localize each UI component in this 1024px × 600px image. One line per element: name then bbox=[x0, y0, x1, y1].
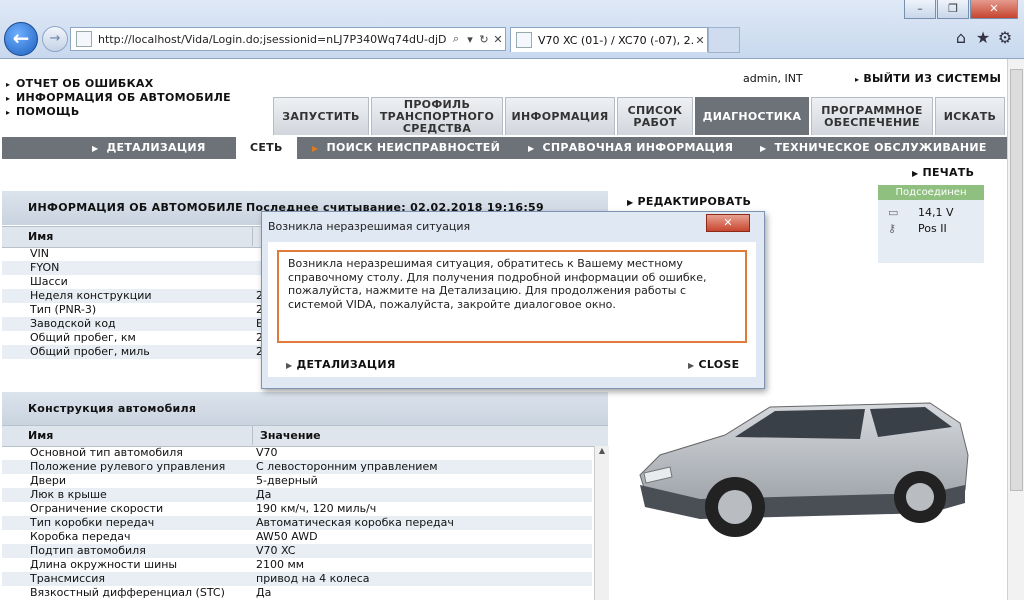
address-url[interactable]: http://localhost/Vida/Login.do;jsessioni… bbox=[98, 33, 449, 46]
window-controls: – ❐ ✕ bbox=[903, 0, 1018, 19]
ignition-position: ⚷ Pos II bbox=[888, 222, 947, 235]
connection-status-panel: Подсоединен ▭ 14,1 V ⚷ Pos II bbox=[878, 185, 984, 263]
page-scrollbar[interactable] bbox=[1007, 59, 1024, 600]
table-row: Ограничение скорости 190 км/ч, 120 миль/ч bbox=[30, 502, 377, 515]
table-row: Люк в крыше Да bbox=[2, 488, 592, 502]
sub-nav: ▶ ДЕТАЛИЗАЦИЯ СЕТЬ ▶ ПОИСК НЕИСПРАВНОСТЕЙ … bbox=[2, 137, 1010, 159]
construction-title: Конструкция автомобиля bbox=[28, 402, 197, 415]
column-divider bbox=[252, 226, 253, 246]
tab-software[interactable]: ПРОГРАММНОЕ ОБЕСПЕЧЕНИЕ bbox=[811, 97, 933, 135]
table-row: Положение рулевого управления С левосторо… bbox=[2, 460, 592, 474]
home-icon[interactable]: ⌂ bbox=[950, 28, 972, 47]
triangle-icon: ▶ bbox=[92, 144, 99, 153]
dropdown-arrow-icon[interactable]: ▾ bbox=[463, 33, 477, 46]
table-row: Двери 5-дверный bbox=[30, 474, 318, 487]
triangle-icon: ▸ bbox=[855, 75, 860, 84]
vehicle-info-title: ИНФОРМАЦИЯ ОБ АВТОМОБИЛЕ bbox=[28, 201, 243, 214]
back-button[interactable]: ← bbox=[4, 22, 38, 56]
key-icon: ⚷ bbox=[888, 222, 897, 235]
main-tabs: ЗАПУСТИТЬ ПРОФИЛЬ ТРАНСПОРТНОГО СРЕДСТВА… bbox=[273, 97, 1007, 137]
print-link[interactable]: ▶ ПЕЧАТЬ bbox=[912, 166, 974, 179]
stop-icon[interactable]: ✕ bbox=[491, 33, 505, 46]
maximize-button[interactable]: ❐ bbox=[937, 0, 969, 19]
table-row: Коробка передач AW50 AWD bbox=[30, 530, 318, 543]
favorites-star-icon[interactable]: ★ bbox=[972, 28, 994, 47]
tab-title: V70 XC (01-) / XC70 (-07), 2... bbox=[538, 33, 693, 47]
subnav-maintenance[interactable]: ▶ ТЕХНИЧЕСКОЕ ОБСЛУЖИВАНИЕ bbox=[760, 137, 987, 159]
link-error-report[interactable]: ▸ ОТЧЕТ ОБ ОШИБКАХ bbox=[6, 77, 231, 91]
triangle-icon: ▶ bbox=[528, 144, 535, 153]
tab-information[interactable]: ИНФОРМАЦИЯ bbox=[505, 97, 615, 135]
address-bar[interactable]: http://localhost/Vida/Login.do;jsessioni… bbox=[70, 27, 506, 51]
edit-link[interactable]: ▶ РЕДАКТИРОВАТЬ bbox=[627, 195, 751, 208]
connection-status: Подсоединен bbox=[878, 185, 984, 200]
tab-start[interactable]: ЗАПУСТИТЬ bbox=[273, 97, 369, 135]
dialog-message: Возникла неразрешимая ситуация, обратите… bbox=[277, 250, 747, 343]
search-icon[interactable]: ⌕ bbox=[449, 32, 463, 46]
settings-gear-icon[interactable]: ⚙ bbox=[994, 28, 1016, 47]
table-scrollbar[interactable]: ▲ bbox=[594, 446, 609, 600]
subnav-fault-tracing[interactable]: ▶ ПОИСК НЕИСПРАВНОСТЕЙ bbox=[312, 137, 500, 159]
tab-close-button[interactable]: ✕ bbox=[693, 34, 707, 47]
column-divider bbox=[252, 425, 253, 445]
error-dialog: Возникла неразрешимая ситуация ✕ Возникл… bbox=[261, 211, 765, 389]
logout-link[interactable]: ▸ ВЫЙТИ ИЗ СИСТЕМЫ bbox=[855, 72, 1001, 85]
window-close-button[interactable]: ✕ bbox=[970, 0, 1018, 19]
dialog-details-button[interactable]: ▶ ДЕТАЛИЗАЦИЯ bbox=[286, 358, 396, 371]
dialog-close-x-button[interactable]: ✕ bbox=[706, 214, 750, 232]
tab-diagnostics[interactable]: ДИАГНОСТИКА bbox=[695, 97, 809, 135]
triangle-icon: ▸ bbox=[6, 80, 11, 89]
battery-icon: ▭ bbox=[888, 206, 899, 219]
column-name: Имя bbox=[28, 230, 54, 243]
subnav-reference-info[interactable]: ▶ СПРАВОЧНАЯ ИНФОРМАЦИЯ bbox=[528, 137, 733, 159]
page-icon bbox=[76, 31, 92, 47]
minimize-button[interactable]: – bbox=[904, 0, 936, 19]
dialog-close-button[interactable]: ▶ CLOSE bbox=[688, 358, 739, 371]
table-row: Основной тип автомобиля V70 bbox=[30, 446, 278, 459]
triangle-icon: ▶ bbox=[760, 144, 767, 153]
tab-vehicle-profile[interactable]: ПРОФИЛЬ ТРАНСПОРТНОГО СРЕДСТВА bbox=[371, 97, 503, 135]
scrollbar-thumb[interactable] bbox=[1010, 69, 1023, 491]
triangle-icon: ▶ bbox=[688, 361, 695, 370]
triangle-icon: ▸ bbox=[6, 94, 11, 103]
table-row: Подтип автомобиля V70 XC bbox=[2, 544, 592, 558]
triangle-icon: ▶ bbox=[312, 144, 319, 153]
dialog-title: Возникла неразрешимая ситуация bbox=[268, 220, 471, 233]
battery-voltage: ▭ 14,1 V bbox=[888, 206, 954, 219]
tab-work-list[interactable]: СПИСОК РАБОТ bbox=[617, 97, 693, 135]
construction-column-header: Имя Значение bbox=[2, 425, 608, 447]
column-value: Значение bbox=[260, 429, 321, 442]
table-row: Тип коробки передач Автоматическая коробк… bbox=[2, 516, 592, 530]
tab-search[interactable]: ИСКАТЬ bbox=[935, 97, 1005, 135]
top-links: ▸ ОТЧЕТ ОБ ОШИБКАХ ▸ ИНФОРМАЦИЯ ОБ АВТОМОБ… bbox=[6, 77, 231, 119]
table-row: Длина окружности шины 2100 мм bbox=[30, 558, 305, 571]
browser-toolbar-icons: ⌂ ★ ⚙ bbox=[950, 28, 1016, 47]
table-row: Трансмиссия привод на 4 колеса bbox=[2, 572, 592, 586]
triangle-icon: ▶ bbox=[627, 198, 634, 207]
dialog-body: Возникла неразрешимая ситуация, обратите… bbox=[268, 242, 756, 377]
table-row: Вязкостный дифференциал (STC) Да bbox=[30, 586, 272, 599]
subnav-details[interactable]: ▶ ДЕТАЛИЗАЦИЯ bbox=[92, 137, 206, 159]
construction-header: Конструкция автомобиля bbox=[2, 392, 608, 426]
browser-tab[interactable]: V70 XC (01-) / XC70 (-07), 2... ✕ bbox=[510, 27, 708, 52]
column-name: Имя bbox=[28, 429, 54, 442]
refresh-icon[interactable]: ↻ bbox=[477, 33, 491, 46]
car-image bbox=[639, 402, 969, 537]
subnav-network[interactable]: СЕТЬ bbox=[236, 137, 297, 159]
tab-page-icon bbox=[516, 32, 532, 48]
scroll-up-arrow-icon[interactable]: ▲ bbox=[595, 446, 609, 455]
forward-button[interactable]: → bbox=[42, 26, 68, 52]
user-info: admin, INT bbox=[743, 72, 803, 85]
new-tab-button[interactable] bbox=[708, 27, 740, 53]
triangle-icon: ▸ bbox=[6, 108, 11, 117]
browser-chrome: – ❐ ✕ ← → http://localhost/Vida/Login.do… bbox=[0, 0, 1024, 59]
link-help[interactable]: ▸ ПОМОЩЬ bbox=[6, 105, 231, 119]
triangle-icon: ▶ bbox=[286, 361, 293, 370]
triangle-icon: ▶ bbox=[912, 169, 919, 178]
link-vehicle-info[interactable]: ▸ ИНФОРМАЦИЯ ОБ АВТОМОБИЛЕ bbox=[6, 91, 231, 105]
